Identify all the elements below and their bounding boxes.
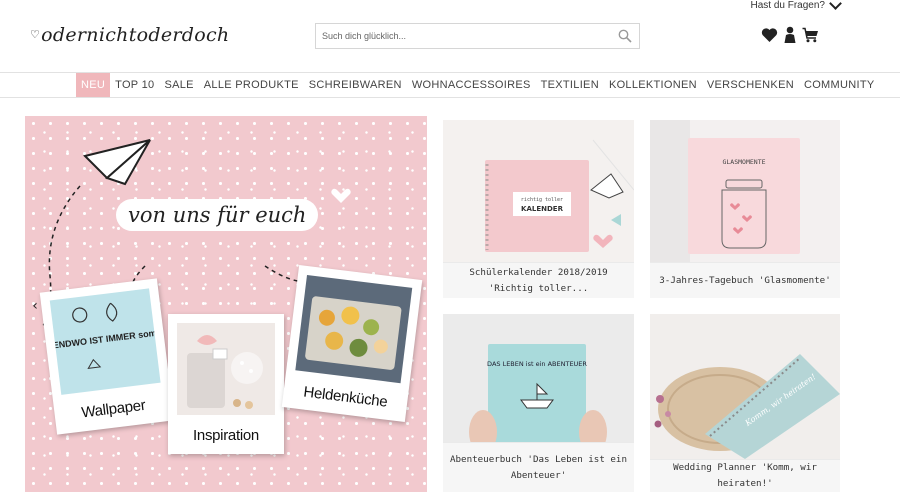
search-box[interactable] xyxy=(315,23,640,49)
cover-text-1: DAS LEBEN ist ein ABENTEUER xyxy=(487,360,587,368)
wallpaper-image-text: IRGENDWO IST IMMER sommer xyxy=(50,326,161,353)
nav-item-wohnaccessoires[interactable]: WOHNACCESSOIRES xyxy=(407,73,536,97)
logo[interactable]: ♡odernichtoderdoch xyxy=(30,24,229,50)
cart-icon[interactable] xyxy=(802,27,819,43)
nav-item-verschenken[interactable]: VERSCHENKEN xyxy=(702,73,799,97)
hero-slogan: von uns für euch xyxy=(116,199,336,231)
hero-card-inspiration[interactable]: Inspiration xyxy=(168,314,284,454)
nav-item-community[interactable]: COMMUNITY xyxy=(799,73,880,97)
logo-heart-icon: ♡ xyxy=(30,28,41,41)
inspiration-image xyxy=(177,323,275,415)
wallpaper-image: IRGENDWO IST IMMER sommer xyxy=(49,288,161,395)
heldenkueche-image xyxy=(295,275,413,384)
hero-card-caption: Inspiration xyxy=(193,427,259,444)
help-label[interactable]: Hast du Fragen? xyxy=(751,0,826,11)
logo-text: odernichtoderdoch xyxy=(41,24,230,46)
hero-card-wallpaper[interactable]: IRGENDWO IST IMMER sommer Wallpaper xyxy=(39,278,175,435)
hero-slogan-text: von uns für euch xyxy=(116,199,319,231)
heart-icon[interactable] xyxy=(761,27,778,43)
hero-card-heldenkueche[interactable]: Heldenküche xyxy=(281,264,423,423)
product-image: GLASMOMENTE xyxy=(650,120,840,262)
cover-text-2: KALENDER xyxy=(521,205,564,213)
nav-item-top-10[interactable]: TOP 10 xyxy=(110,73,159,97)
nav-item-neu[interactable]: NEU xyxy=(76,73,111,97)
product-image: richtig toller KALENDER xyxy=(443,120,634,262)
nav-item-kollektionen[interactable]: KOLLEKTIONEN xyxy=(604,73,702,97)
nav-item-sale[interactable]: SALE xyxy=(159,73,198,97)
product-tile[interactable]: richtig toller KALENDER Schülerkalender … xyxy=(443,120,634,298)
cover-text-1: GLASMOMENTE xyxy=(722,158,765,166)
product-image: DAS LEBEN ist ein ABENTEUER xyxy=(443,314,634,454)
user-icon[interactable] xyxy=(783,26,797,43)
product-tile[interactable]: DAS LEBEN ist ein ABENTEUER Abenteuerbuc… xyxy=(443,314,634,492)
product-tile[interactable]: Komm, wir heiraten! Wedding Planner 'Kom… xyxy=(650,314,840,492)
help-link[interactable]: Hast du Fragen? xyxy=(751,0,842,11)
product-name[interactable]: Schülerkalender 2018/2019 'Richtig tolle… xyxy=(443,262,634,298)
main-nav: NEU TOP 10 SALE ALLE PRODUKTE SCHREIBWAR… xyxy=(0,72,900,98)
header-icons xyxy=(761,26,819,43)
cover-text-1: richtig toller xyxy=(521,197,563,203)
nav-item-alle-produkte[interactable]: ALLE PRODUKTE xyxy=(199,73,304,97)
product-name[interactable]: Wedding Planner 'Komm, wir heiraten!' xyxy=(650,459,840,492)
product-name[interactable]: 3-Jahres-Tagebuch 'Glasmomente' xyxy=(650,262,840,298)
chevron-down-icon[interactable] xyxy=(829,0,842,10)
search-input[interactable] xyxy=(316,24,596,48)
nav-item-schreibwaren[interactable]: SCHREIBWAREN xyxy=(304,73,407,97)
product-name[interactable]: Abenteuerbuch 'Das Leben ist ein Abenteu… xyxy=(443,442,634,492)
nav-item-textilien[interactable]: TEXTILIEN xyxy=(536,73,604,97)
product-image: Komm, wir heiraten! xyxy=(650,314,840,459)
product-tile[interactable]: GLASMOMENTE 3-Jahres-Tagebuch 'Glasmomen… xyxy=(650,120,840,298)
search-icon[interactable] xyxy=(618,29,632,43)
